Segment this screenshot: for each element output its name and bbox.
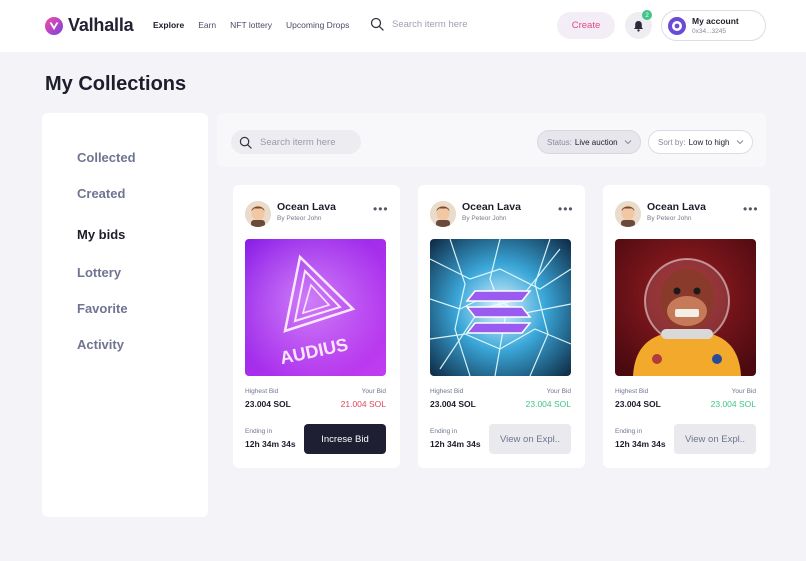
nav-nft-lottery[interactable]: NFT lottery [230,20,272,30]
nft-creator: By Peteor John [462,215,507,222]
header-search[interactable]: Search iterm here [370,17,468,31]
main-nav: Explore Earn NFT lottery Upcoming Drops [153,20,363,30]
your-bid-value: 23.004 SOL [710,399,756,409]
account-menu[interactable]: My account 0x34...3245 [661,10,766,41]
nav-upcoming-drops[interactable]: Upcoming Drops [286,20,349,30]
creator-avatar [615,201,641,227]
boy-avatar-icon [245,201,271,227]
your-bid-label: Your Bid [361,388,386,395]
nft-title: Ocean Lava [277,201,336,213]
header-search-input[interactable]: Search iterm here [392,19,468,30]
sidebar-item-lottery[interactable]: Lottery [77,265,121,280]
sidebar-item-my-bids[interactable]: My bids [77,227,125,242]
more-options-icon[interactable]: ••• [373,202,389,216]
create-button[interactable]: Create [557,12,615,39]
sidebar-item-favorite[interactable]: Favorite [77,301,128,316]
nft-creator: By Peteor John [647,215,692,222]
sort-label: Sort by: [658,137,686,147]
app-name: Valhalla [68,15,134,35]
highest-bid-value: 23.004 SOL [615,399,661,409]
sidebar-item-created[interactable]: Created [77,186,125,201]
ending-label: Ending in [615,428,643,435]
status-dropdown[interactable]: Status: Live auction [537,130,641,154]
nft-card[interactable]: Ocean Lava By Peteor John ••• AUDIUS Hig… [233,185,400,468]
notifications-button[interactable]: 2 [625,10,652,39]
bell-icon [634,20,643,32]
nft-card[interactable]: Ocean Lava By Peteor John ••• Highest Bi… [603,185,770,468]
boy-avatar-icon [430,201,456,227]
highest-bid-label: Highest Bid [245,388,279,395]
boy-avatar-icon [615,201,641,227]
your-bid-label: Your Bid [731,388,756,395]
view-on-explorer-button[interactable]: View on Expl.. [489,424,571,454]
sidebar-item-collected[interactable]: Collected [77,150,136,165]
valhalla-logo-icon [45,16,63,35]
status-value: Live auction [574,137,618,147]
search-icon [370,17,384,31]
nav-explore[interactable]: Explore [153,20,184,30]
your-bid-value: 21.004 SOL [340,399,386,409]
chevron-down-icon [624,140,631,145]
account-address: 0x34...3245 [692,28,726,35]
sidebar-item-activity[interactable]: Activity [77,337,124,352]
more-options-icon[interactable]: ••• [743,202,759,216]
nft-creator: By Peteor John [277,215,322,222]
nft-image[interactable] [615,239,756,376]
top-header: Valhalla Explore Earn NFT lottery Upcomi… [0,0,806,52]
ending-time: 12h 34m 34s [430,439,481,449]
logo[interactable]: Valhalla [45,15,134,36]
ending-time: 12h 34m 34s [245,439,296,449]
wallet-logo-icon [672,21,682,31]
notification-badge: 2 [642,10,652,20]
astronaut-ape-art [615,239,756,376]
chevron-down-icon [736,140,743,145]
status-label: Status: [547,137,572,147]
highest-bid-value: 23.004 SOL [245,399,291,409]
ending-label: Ending in [245,428,273,435]
nft-title: Ocean Lava [647,201,706,213]
audius-neon-art: AUDIUS [245,239,386,376]
increase-bid-button[interactable]: Increse Bid [304,424,386,454]
more-options-icon[interactable]: ••• [558,202,574,216]
ending-time: 12h 34m 34s [615,439,666,449]
nft-image[interactable]: AUDIUS [245,239,386,376]
page-title: My Collections [45,73,187,95]
creator-avatar [430,201,456,227]
view-on-explorer-button[interactable]: View on Expl.. [674,424,756,454]
nav-earn[interactable]: Earn [198,20,216,30]
search-icon [239,136,252,149]
solana-network-art [430,239,571,376]
sort-value: Low to high [688,137,730,147]
highest-bid-label: Highest Bid [615,388,649,395]
account-name: My account [692,16,739,26]
highest-bid-label: Highest Bid [430,388,464,395]
collection-search-input[interactable]: Search iterm here [260,137,336,148]
nft-title: Ocean Lava [462,201,521,213]
creator-avatar [245,201,271,227]
collection-search[interactable]: Search iterm here [231,130,361,154]
collections-sidebar: Collected Created My bids Lottery Favori… [42,113,208,517]
sort-dropdown[interactable]: Sort by: Low to high [648,130,753,154]
nft-card[interactable]: Ocean Lava By Peteor John ••• Highest Bi… [418,185,585,468]
nft-image[interactable] [430,239,571,376]
highest-bid-value: 23.004 SOL [430,399,476,409]
your-bid-value: 23.004 SOL [525,399,571,409]
ending-label: Ending in [430,428,458,435]
account-avatar-icon [668,17,686,35]
your-bid-label: Your Bid [546,388,571,395]
